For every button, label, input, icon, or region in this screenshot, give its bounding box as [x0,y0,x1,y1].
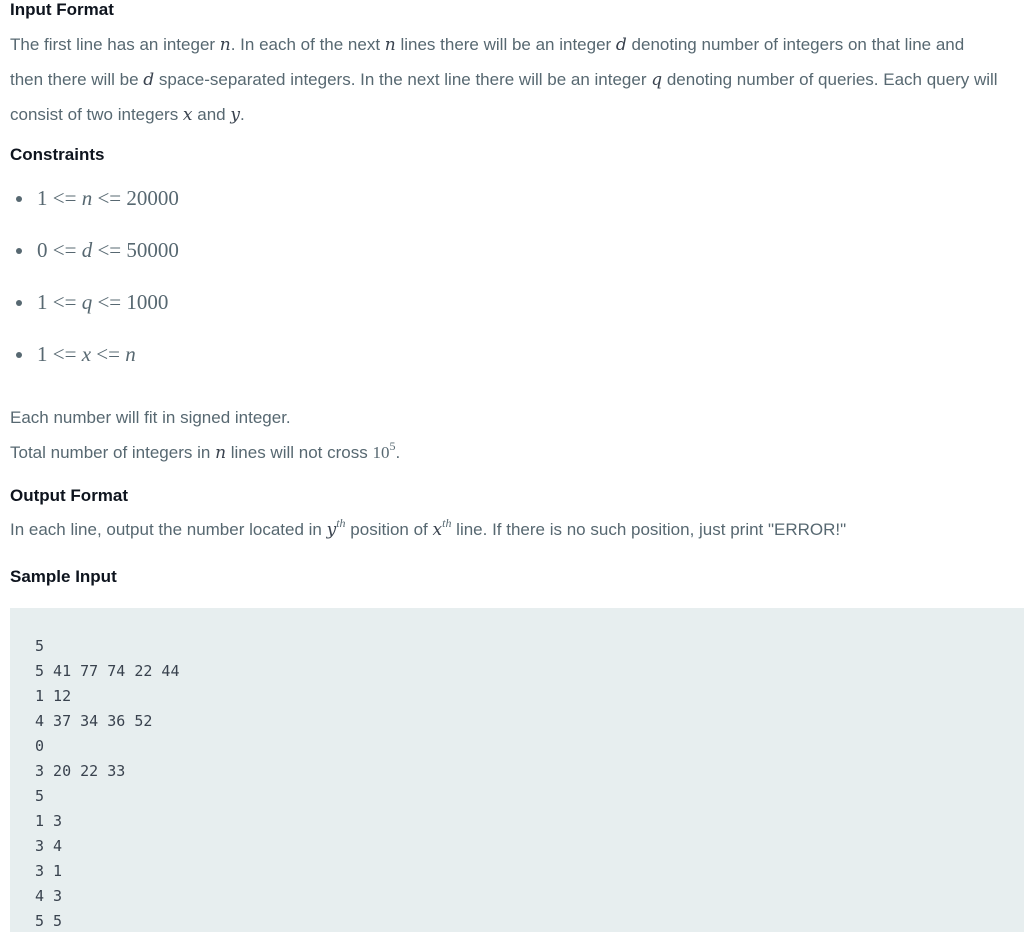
input-format-line-1: The first line has an integer n. In each… [10,27,964,63]
text: 1 <= [37,290,82,314]
code-line: 4 37 34 36 52 [35,712,153,730]
constraint-text: 0 <= d <= 50000 [37,238,179,263]
math-superscript: th [336,516,346,530]
bullet-icon [16,352,22,358]
math-var: x [182,105,193,125]
text: denoting number of integers on that line… [626,35,965,54]
input-format-line-2: then there will be d space-separated int… [10,62,998,98]
code-line: 3 20 22 33 [35,762,126,780]
text: <= 50000 [92,238,179,262]
text: 1 <= [37,342,82,366]
math-var: n [81,186,93,210]
code-line: 5 41 77 74 22 44 [35,662,180,680]
bullet-icon [16,248,22,254]
bullet-icon [16,196,22,202]
bullet-icon [16,300,22,306]
sample-input-heading: Sample Input [10,567,117,586]
math-var: n [219,35,231,55]
constraint-item: 1 <= n <= 20000 [10,186,179,238]
math-var: y [326,520,337,540]
math-var: d [81,238,93,262]
math-var: x [432,520,443,540]
text: <= 1000 [92,290,169,314]
text: . In each of the next [230,35,385,54]
constraint-text: 1 <= n <= 20000 [37,186,179,211]
code-line: 3 4 [35,837,63,855]
code-line: 5 5 [35,912,63,930]
constraint-text: 1 <= x <= n [37,342,136,367]
math-number: 10 [372,443,390,462]
sample-input-code-block[interactable]: 5 5 41 77 74 22 44 1 12 4 37 34 36 52 0 … [10,608,1024,932]
text: 0 <= [37,238,82,262]
math-var: d [143,70,155,90]
constraint-item: 1 <= x <= n [10,342,179,394]
code-line: 4 3 [35,887,63,905]
input-format-heading: Input Format [10,0,114,19]
code-line: 1 12 [35,687,72,705]
math-var: x [81,342,92,366]
text: space-separated integers. In the next li… [154,70,652,89]
code-line: 5 [35,637,45,655]
text: <= [91,342,126,366]
text: lines there will be an integer [395,35,616,54]
output-format-heading: Output Format [10,486,129,505]
code-line: 5 [35,787,45,805]
text: position of [345,520,433,539]
output-format-line: In each line, output the number located … [10,512,846,548]
constraint-item: 1 <= q <= 1000 [10,290,179,342]
constraint-item: 0 <= d <= 50000 [10,238,179,290]
text: . [395,443,401,462]
constraint-note-1: Each number will fit in signed integer. [10,408,291,427]
text: lines will not cross [226,443,373,462]
text: <= 20000 [92,186,179,210]
text: . [239,105,245,124]
text: line. If there is no such position, just… [451,520,847,539]
math-var: d [615,35,627,55]
math-var: q [81,290,93,314]
text: then there will be [10,70,144,89]
constraint-note-2: Total number of integers in n lines will… [10,435,400,471]
text: and [192,105,231,124]
code-line: 0 [35,737,45,755]
constraints-heading: Constraints [10,145,105,164]
code-line: 1 3 [35,812,63,830]
math-var: q [651,70,663,90]
math-var: n [384,35,396,55]
math-var: y [230,105,240,125]
text: 1 <= [37,186,82,210]
input-format-line-3: consist of two integers x and y. [10,97,245,133]
text: Total number of integers in [10,443,216,462]
code-line: 3 1 [35,862,63,880]
constraint-text: 1 <= q <= 1000 [37,290,168,315]
constraints-list: 1 <= n <= 20000 0 <= d <= 50000 1 <= q <… [10,186,179,394]
text: In each line, output the number located … [10,520,327,539]
math-var: n [125,342,136,366]
text: denoting number of queries. Each query w… [662,70,998,89]
text: consist of two integers [10,105,183,124]
math-var: n [215,443,227,463]
text: The first line has an integer [10,35,220,54]
